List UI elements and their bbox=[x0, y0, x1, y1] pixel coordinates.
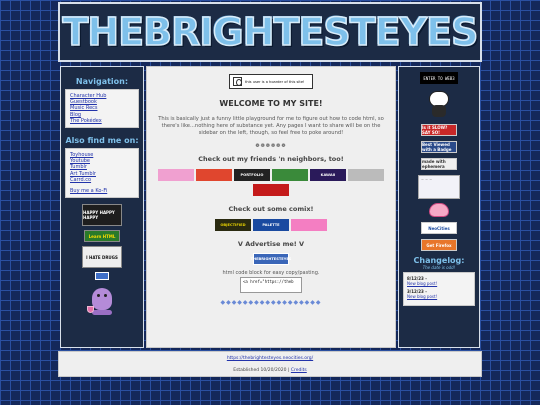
kirby-image bbox=[429, 203, 449, 217]
made-with-badge[interactable]: made with ephemera bbox=[421, 158, 457, 170]
site-footer: https://thebrightesteyes.neocities.org/ … bbox=[58, 351, 482, 377]
nav-link-pokedex[interactable]: The Pokédex bbox=[70, 118, 134, 124]
site-header: THEBRIGHTESTEYES bbox=[58, 2, 482, 62]
social-link-box: Toyhouse Youtube Tumblr Art Tumblr Carrd… bbox=[65, 148, 139, 199]
learn-html-badge[interactable]: Learn HTML bbox=[84, 230, 120, 243]
site-url-link[interactable]: https://thebrightesteyes.neocities.org/ bbox=[59, 356, 481, 361]
friend-button-4[interactable] bbox=[272, 169, 308, 181]
friends-heading: Check out my friends 'n neighbors, too! bbox=[198, 155, 344, 163]
site-advert-button[interactable]: THEBRIGHTESTEYES bbox=[251, 253, 291, 265]
hoarder-badge: this user is a hoarder of this site! bbox=[229, 74, 313, 89]
small-pixel-badge[interactable] bbox=[95, 272, 109, 281]
friend-button-6[interactable] bbox=[348, 169, 384, 181]
code-block-label: html code block for easy copy/pasting. bbox=[222, 270, 320, 276]
friend-button-2[interactable] bbox=[196, 169, 232, 181]
left-sidebar: Navigation: Character Hub Guestbook Musi… bbox=[60, 66, 144, 348]
comics-heading: Check out some comix! bbox=[228, 205, 314, 213]
happy-eyes-badge[interactable]: HAPPY HAPPY HAPPY bbox=[82, 204, 122, 227]
slow-badge[interactable]: Is it SLOW? SAY SO! bbox=[421, 124, 457, 136]
face-icon bbox=[233, 77, 242, 86]
comics-buttons-row: OBJECTIFIED PALETTE bbox=[147, 219, 395, 231]
code-block-textarea[interactable]: <a href="https://theb bbox=[240, 277, 302, 293]
changelog-heading: Changelog: bbox=[413, 256, 465, 265]
friend-button-7[interactable] bbox=[253, 184, 289, 196]
web3-button[interactable]: ENTER TO WEB3 bbox=[420, 72, 458, 84]
friends-buttons-row: PORTFOLIO KAWAII bbox=[147, 169, 395, 181]
nav-heading: Navigation: bbox=[75, 77, 129, 86]
welcome-heading: WELCOME TO MY SITE! bbox=[219, 99, 323, 108]
credits-link[interactable]: Credits bbox=[291, 368, 307, 373]
right-sidebar: ENTER TO WEB3 Is it SLOW? SAY SO! Best V… bbox=[398, 66, 480, 348]
changelog-subtitle: The date is odd! bbox=[422, 265, 456, 270]
nav-link-box: Character Hub Guestbook Music Recs Blog … bbox=[65, 89, 139, 129]
established-text: Established 10/20/2020 | Credits bbox=[233, 368, 307, 373]
comic-button-3[interactable] bbox=[291, 219, 327, 231]
friend-button-1[interactable] bbox=[158, 169, 194, 181]
gem-divider: ◆◆◆◆◆◆◆◆◆◆◆◆◆◆◆◆◆◆ bbox=[220, 299, 322, 306]
main-content: this user is a hoarder of this site! WEL… bbox=[146, 66, 396, 348]
also-find-heading: Also find me on: bbox=[65, 136, 139, 146]
changelog-box: 8/12/23 - New blog post! 3/12/23 - New b… bbox=[403, 272, 475, 306]
advertise-heading: V Advertise me! V bbox=[237, 240, 305, 248]
neocities-badge[interactable]: NeoCities bbox=[421, 222, 457, 234]
villager-image bbox=[425, 89, 453, 119]
kofi-link[interactable]: Buy me a Ko-Fi bbox=[70, 188, 134, 194]
firefox-badge[interactable]: Get Firefox bbox=[421, 239, 457, 251]
friend-button-portfolio[interactable]: PORTFOLIO bbox=[234, 169, 270, 181]
friends-buttons-row-2 bbox=[147, 184, 395, 196]
divider-dots: ❁❁❁❁❁❁ bbox=[255, 143, 287, 149]
sticker-box: ~ ~ ~ bbox=[418, 175, 460, 199]
changelog-link[interactable]: New blog post! bbox=[407, 294, 471, 299]
best-viewed-badge[interactable]: Best Viewed with a Badge bbox=[421, 141, 457, 153]
hate-drugs-badge[interactable]: I HATE DRUGS bbox=[82, 246, 122, 269]
comic-button-palette[interactable]: PALETTE bbox=[253, 219, 289, 231]
intro-text: This is basically just a funny little pl… bbox=[158, 116, 384, 136]
mascot-image bbox=[86, 284, 118, 318]
changelog-link[interactable]: New blog post! bbox=[407, 281, 471, 286]
comic-button-objectified[interactable]: OBJECTIFIED bbox=[215, 219, 251, 231]
site-title: THEBRIGHTESTEYES bbox=[62, 9, 480, 55]
friend-button-kawaii[interactable]: KAWAII bbox=[310, 169, 346, 181]
